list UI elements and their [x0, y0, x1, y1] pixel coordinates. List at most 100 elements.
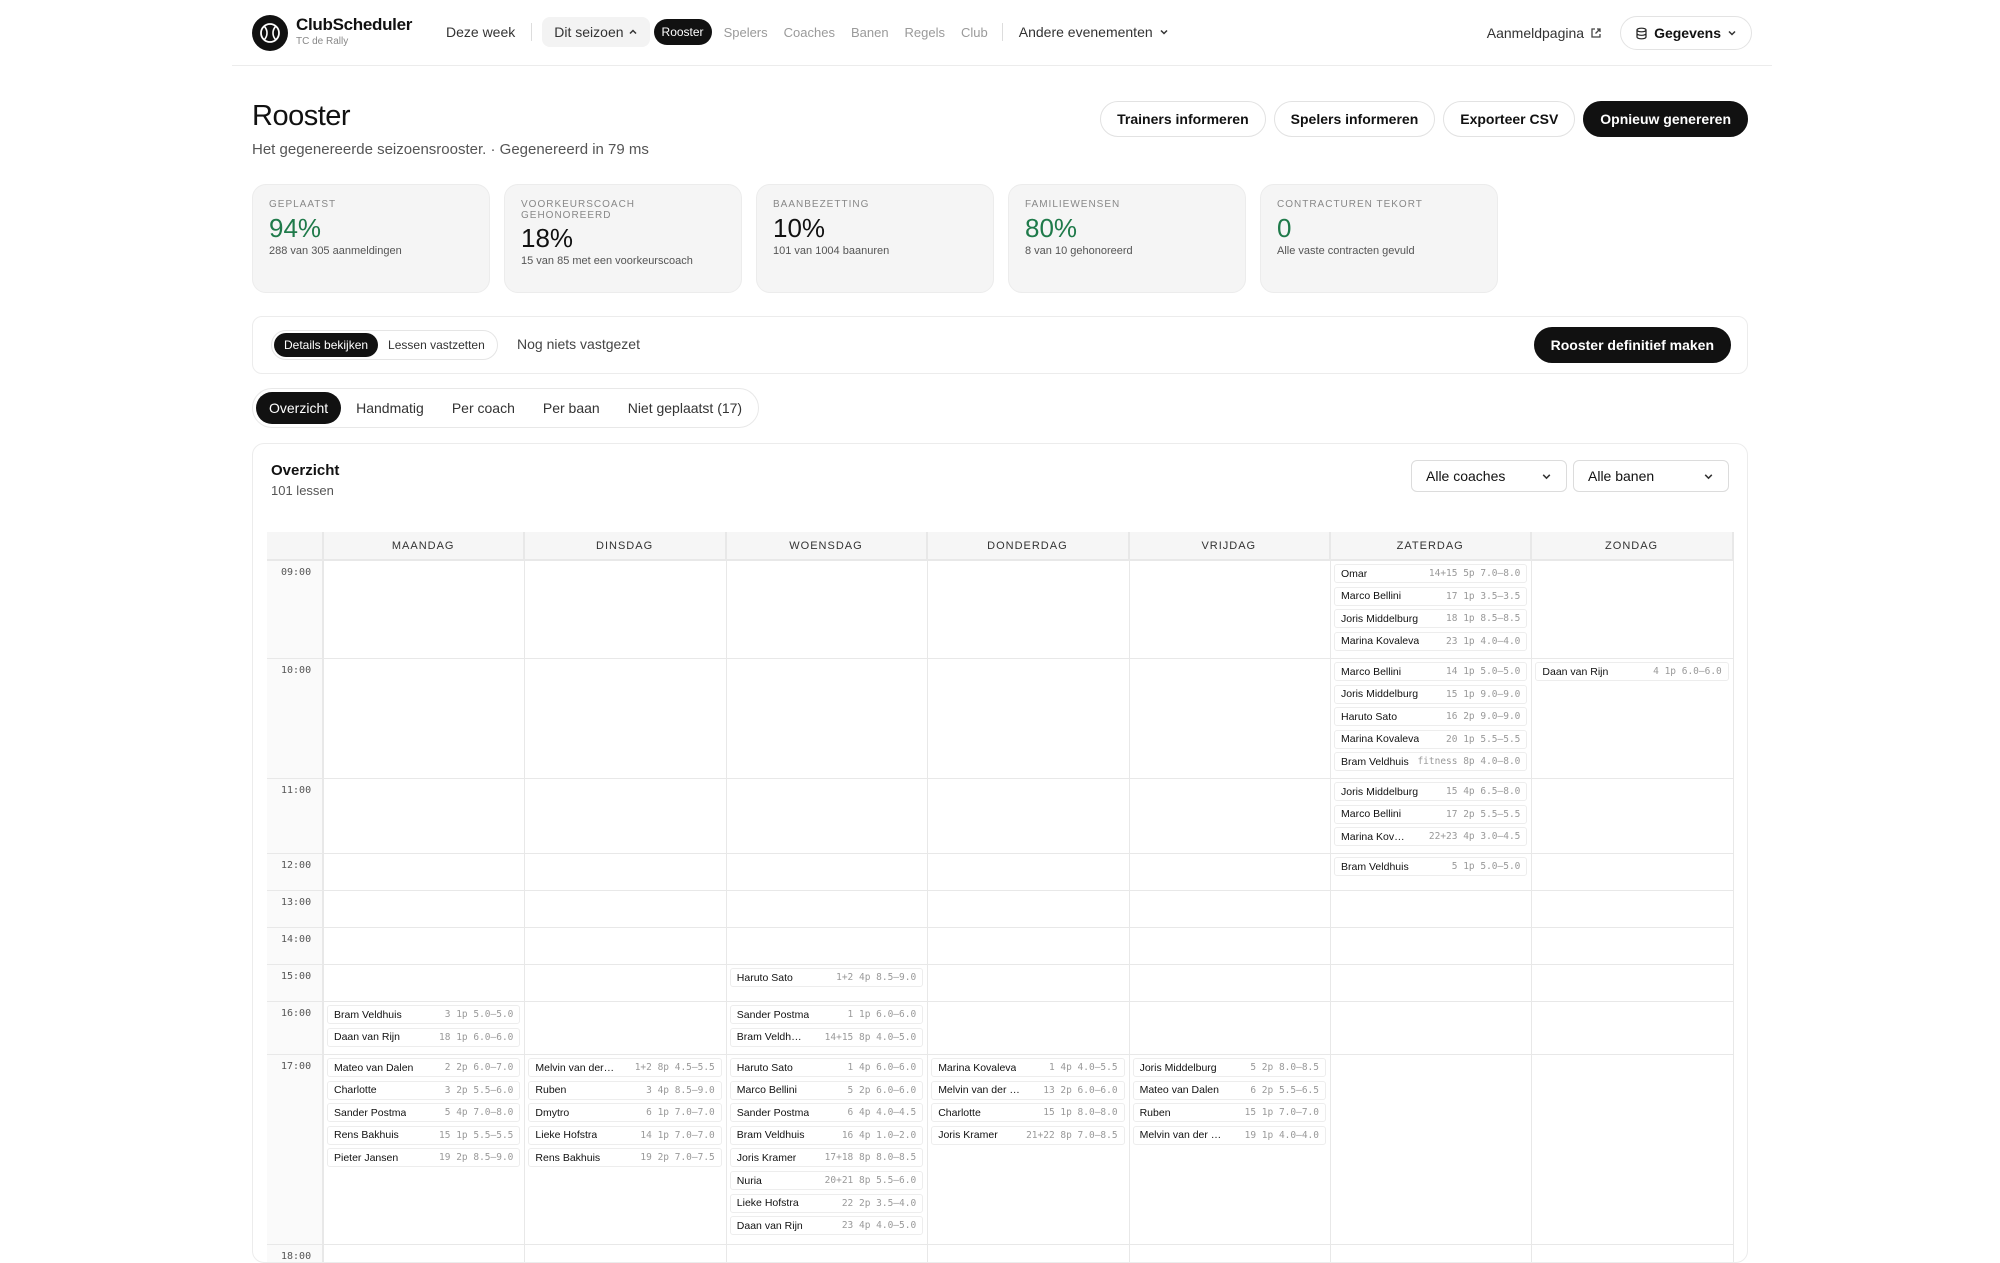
- mode-lock-lessons[interactable]: Lessen vastzetten: [378, 333, 495, 357]
- lesson-coach: Charlotte: [938, 1106, 981, 1119]
- lesson-card[interactable]: Ruben 15 1p 7.0–7.0: [1132, 1103, 1326, 1123]
- nav-regels[interactable]: Regels: [897, 17, 953, 47]
- lesson-card[interactable]: Marco Bellini 17 2p 5.5–5.5: [1334, 804, 1528, 824]
- lesson-card[interactable]: Omar 14+15 5p 7.0–8.0: [1334, 564, 1528, 583]
- lesson-card[interactable]: Joris Kramer 17+18 8p 8.0–8.5: [729, 1148, 924, 1168]
- lesson-card[interactable]: Daan van Rijn 23 4p 4.0–5.0: [729, 1216, 924, 1236]
- lesson-meta: 14 1p 7.0–7.0: [640, 1129, 715, 1141]
- lesson-card[interactable]: Daan van Rijn 18 1p 6.0–6.0: [327, 1027, 521, 1047]
- lesson-meta: 15 1p 5.5–5.5: [439, 1129, 514, 1141]
- lesson-card[interactable]: Haruto Sato 1+2 4p 8.5–9.0: [729, 968, 924, 987]
- lesson-card[interactable]: Lieke Hofstra 22 2p 3.5–4.0: [729, 1193, 924, 1213]
- lesson-card[interactable]: Melvin van der … 19 1p 4.0–4.0: [1132, 1125, 1326, 1145]
- lesson-card[interactable]: Rens Bakhuis 19 2p 7.0–7.5: [528, 1148, 722, 1168]
- column-divider: [725, 532, 727, 1262]
- time-label: 14:00: [267, 927, 323, 964]
- lesson-card[interactable]: Melvin van der … 13 2p 6.0–6.0: [931, 1080, 1125, 1100]
- lesson-card[interactable]: Mateo van Dalen 2 2p 6.0–7.0: [327, 1058, 521, 1077]
- lesson-card[interactable]: Nuria 20+21 8p 5.5–6.0: [729, 1171, 924, 1190]
- lesson-card[interactable]: Marina Kovaleva 23 1p 4.0–4.0: [1334, 631, 1528, 651]
- lesson-meta: 6 4p 4.0–4.5: [847, 1107, 917, 1119]
- lesson-coach: Daan van Rijn: [736, 1219, 803, 1232]
- lesson-card[interactable]: Bram Veldhuis 16 4p 1.0–2.0: [729, 1125, 924, 1145]
- lesson-card[interactable]: Bram Veldhuis 3 1p 5.0–5.0: [327, 1005, 521, 1024]
- lesson-card[interactable]: Marina Kovaleva 1 4p 4.0–5.5: [931, 1058, 1125, 1077]
- nav-club[interactable]: Club: [953, 17, 996, 47]
- lesson-meta: 20 1p 5.5–5.5: [1446, 733, 1521, 745]
- tab-per-court[interactable]: Per baan: [530, 392, 613, 424]
- lesson-card[interactable]: Bram Veldhuis 5 1p 5.0–5.0: [1334, 857, 1528, 876]
- lesson-card[interactable]: Bram Veldhuis fitness 8p 4.0–8.0: [1334, 752, 1528, 772]
- lesson-coach: Sander Postma: [736, 1106, 810, 1119]
- lesson-coach: Pieter Jansen: [334, 1151, 399, 1164]
- external-link-icon: [1591, 28, 1601, 38]
- data-menu-button[interactable]: Gegevens: [1620, 16, 1752, 50]
- time-label: 15:00: [267, 964, 323, 1001]
- lesson-card[interactable]: Joris Middelburg 15 4p 6.5–8.0: [1334, 782, 1528, 801]
- finalize-schedule-button[interactable]: Rooster definitief maken: [1533, 327, 1731, 363]
- lesson-card[interactable]: Daan van Rijn 4 1p 6.0–6.0: [1535, 662, 1729, 681]
- lesson-card[interactable]: Charlotte 3 2p 5.5–6.0: [327, 1080, 521, 1100]
- lesson-card[interactable]: Joris Middelburg 5 2p 8.0–8.5: [1132, 1058, 1326, 1077]
- row-divider: [323, 853, 1733, 854]
- court-filter-select[interactable]: Alle banen: [1573, 460, 1729, 492]
- notify-players-button[interactable]: Spelers informeren: [1273, 101, 1436, 137]
- lesson-card[interactable]: Haruto Sato 16 2p 9.0–9.0: [1334, 707, 1528, 727]
- nav-banen[interactable]: Banen: [843, 17, 897, 47]
- nav-rooster[interactable]: Rooster: [653, 19, 712, 45]
- regenerate-button[interactable]: Opnieuw genereren: [1583, 101, 1748, 137]
- logo[interactable]: [252, 15, 288, 51]
- row-divider: [323, 1054, 1733, 1055]
- lesson-card[interactable]: Ruben 3 4p 8.5–9.0: [528, 1080, 722, 1100]
- lesson-coach: Marco Bellini: [1341, 590, 1402, 603]
- stat-value: 18%: [521, 223, 574, 253]
- lesson-coach: Dmytro: [535, 1106, 570, 1119]
- lesson-card[interactable]: Haruto Sato 1 4p 6.0–6.0: [729, 1058, 924, 1077]
- stat-value: 80%: [1025, 213, 1078, 243]
- lesson-card[interactable]: Sander Postma 6 4p 4.0–4.5: [729, 1103, 924, 1123]
- lesson-card[interactable]: Sander Postma 5 4p 7.0–8.0: [327, 1103, 521, 1123]
- lesson-coach: Marina Kovaleva: [938, 1061, 1017, 1074]
- nav-coaches[interactable]: Coaches: [776, 17, 843, 47]
- lesson-card[interactable]: Marco Bellini 5 2p 6.0–6.0: [729, 1080, 924, 1100]
- signup-page-link[interactable]: Aanmeldpagina: [1487, 25, 1602, 41]
- lesson-card[interactable]: Marco Bellini 14 1p 5.0–5.0: [1334, 662, 1528, 681]
- lesson-meta: 13 2p 6.0–6.0: [1043, 1084, 1118, 1096]
- lesson-card[interactable]: Lieke Hofstra 14 1p 7.0–7.0: [528, 1125, 722, 1145]
- lesson-card[interactable]: Joris Middelburg 18 1p 8.5–8.5: [1334, 609, 1528, 629]
- export-csv-button[interactable]: Exporteer CSV: [1443, 101, 1576, 137]
- lesson-card[interactable]: Joris Middelburg 15 1p 9.0–9.0: [1334, 684, 1528, 704]
- lesson-card[interactable]: Rens Bakhuis 15 1p 5.5–5.5: [327, 1125, 521, 1145]
- other-events-menu[interactable]: Andere evenementen: [1009, 17, 1179, 47]
- season-selector[interactable]: Dit seizoen: [542, 17, 650, 47]
- lesson-card[interactable]: Mateo van Dalen 6 2p 5.5–6.5: [1132, 1080, 1326, 1100]
- lesson-card[interactable]: Marina Kov… 22+23 4p 3.0–4.5: [1334, 827, 1528, 847]
- coach-filter-select[interactable]: Alle coaches: [1411, 460, 1567, 492]
- lesson-card[interactable]: Marco Bellini 17 1p 3.5–3.5: [1334, 586, 1528, 606]
- top-right-actions: Aanmeldpagina Gegevens: [1487, 16, 1752, 50]
- nav-spelers[interactable]: Spelers: [716, 17, 776, 47]
- tab-overview[interactable]: Overzicht: [256, 392, 342, 424]
- lesson-card[interactable]: Dmytro 6 1p 7.0–7.0: [528, 1103, 722, 1123]
- lesson-card[interactable]: Pieter Jansen 19 2p 8.5–9.0: [327, 1148, 521, 1168]
- nav-this-week[interactable]: Deze week: [436, 17, 525, 47]
- time-label: 10:00: [267, 658, 323, 778]
- lesson-meta: 22+23 4p 3.0–4.5: [1428, 831, 1521, 843]
- lesson-meta: 15 1p 8.0–8.0: [1043, 1107, 1118, 1119]
- stat-card-contract-shortfall: Contracturen tekort 0 Alle vaste contrac…: [1260, 184, 1498, 293]
- lesson-card[interactable]: Charlotte 15 1p 8.0–8.0: [931, 1103, 1125, 1123]
- lesson-card[interactable]: Joris Kramer 21+22 8p 7.0–8.5: [931, 1125, 1125, 1145]
- notify-trainers-button[interactable]: Trainers informeren: [1100, 101, 1266, 137]
- lesson-card[interactable]: Sander Postma 1 1p 6.0–6.0: [729, 1005, 924, 1024]
- mode-view-details[interactable]: Details bekijken: [274, 333, 379, 357]
- tab-manual[interactable]: Handmatig: [343, 392, 437, 424]
- lesson-meta: 17 2p 5.5–5.5: [1446, 808, 1521, 820]
- lesson-card[interactable]: Marina Kovaleva 20 1p 5.5–5.5: [1334, 729, 1528, 749]
- tab-per-coach[interactable]: Per coach: [439, 392, 528, 424]
- chevron-down-icon: [1704, 473, 1713, 479]
- lesson-card[interactable]: Bram Veldh… 14+15 8p 4.0–5.0: [729, 1027, 924, 1047]
- column-divider: [323, 532, 324, 1262]
- time-label: 18:00: [267, 1244, 323, 1262]
- tab-not-placed[interactable]: Niet geplaatst (17): [615, 392, 755, 424]
- lesson-card[interactable]: Melvin van der… 1+2 8p 4.5–5.5: [528, 1058, 722, 1077]
